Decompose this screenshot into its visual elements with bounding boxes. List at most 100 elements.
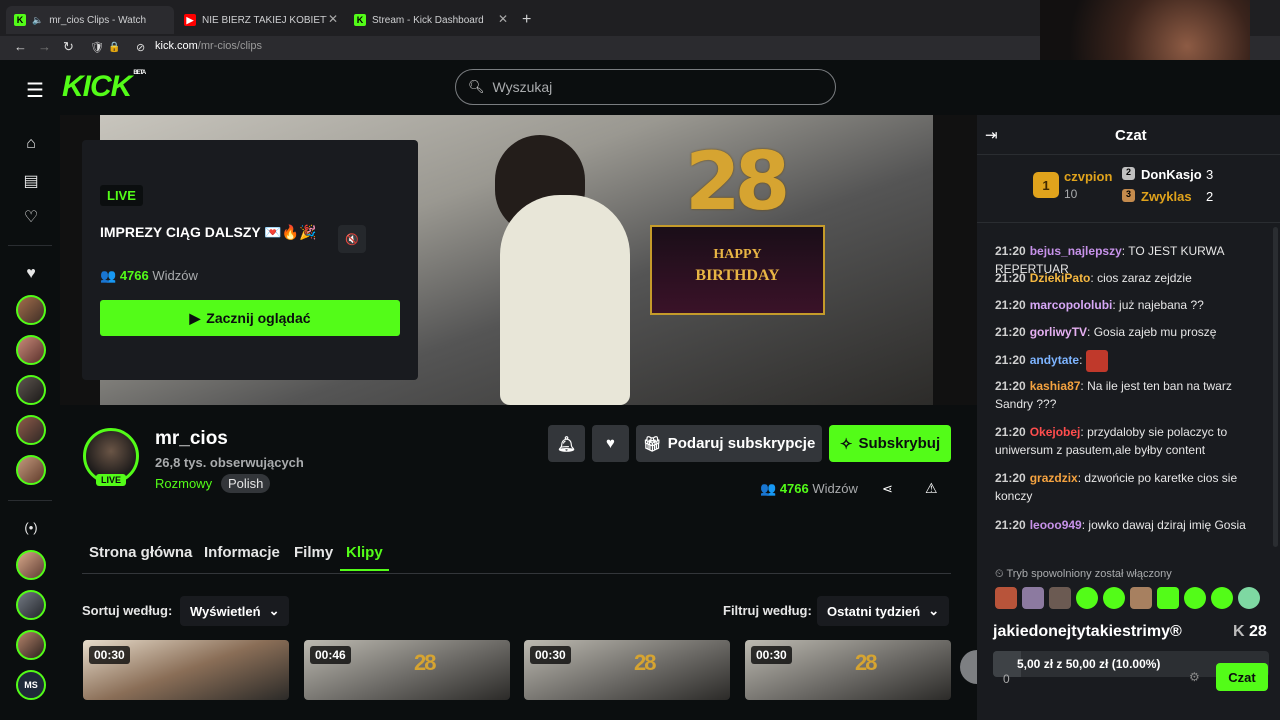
followed-channel-avatar[interactable] xyxy=(16,295,46,325)
filter-dropdown[interactable]: Ostatni tydzień ⌄ xyxy=(817,596,950,626)
divider xyxy=(8,245,52,246)
message-username[interactable]: grazdzix xyxy=(1030,471,1078,485)
message-username[interactable]: DziekiPato xyxy=(1030,271,1091,285)
shield-icon[interactable]: 🛡 xyxy=(90,41,104,54)
emote-icon[interactable] xyxy=(1238,587,1260,609)
play-icon: ▶ xyxy=(189,309,201,326)
message-username[interactable]: bejus_najlepszy xyxy=(1030,244,1122,258)
gift-leaderboard: 1 czvpion 10 2 DonKasjo 3 3 Zwyklas 2 xyxy=(977,155,1280,223)
chat-scrollbar[interactable] xyxy=(1273,227,1278,547)
leader-name[interactable]: DonKasjo xyxy=(1141,167,1202,182)
message-time: 21:20 xyxy=(995,244,1026,258)
close-tab-icon[interactable]: ✕ xyxy=(328,12,338,26)
emote-icon[interactable] xyxy=(1103,587,1125,609)
channel-tabs: Strona główna Informacje Filmy Klipy xyxy=(82,540,951,574)
clip-card[interactable]: 00:30 28 xyxy=(524,640,730,700)
slow-mode-notice: ⏲ Tryb spowolniony został włączony xyxy=(995,568,1172,581)
search-icon: 🔍︎ xyxy=(468,79,485,94)
message-username[interactable]: andytate xyxy=(1030,353,1079,367)
url-field[interactable]: kick.com/mr-cios/clips xyxy=(155,40,262,52)
browser-tab[interactable]: ▶ NIE BIERZ TAKIEJ KOBIETY - You ✕ xyxy=(176,6,344,34)
channel-live-badge: LIVE xyxy=(96,474,127,486)
message-username[interactable]: kashia87 xyxy=(1030,379,1081,393)
rank-3-badge: 3 xyxy=(1122,189,1135,202)
message-text: cios zaraz zejdzie xyxy=(1097,271,1192,285)
emote-icon[interactable] xyxy=(1157,587,1179,609)
menu-icon[interactable]: ☰ xyxy=(26,78,44,103)
leader-count: 2 xyxy=(1206,189,1214,204)
tab-home[interactable]: Strona główna xyxy=(89,544,192,569)
collapse-chat-icon[interactable]: ⇥ xyxy=(985,126,998,144)
followed-channel-avatar[interactable] xyxy=(16,455,46,485)
clip-card[interactable]: 00:46 28 xyxy=(304,640,510,700)
browser-tab[interactable]: K Stream - Kick Dashboard ✕ xyxy=(346,6,514,34)
search-input[interactable]: 🔍︎ Wyszukaj xyxy=(455,69,836,105)
clip-duration: 00:30 xyxy=(751,646,792,664)
emote-bar xyxy=(995,587,1260,609)
channel-name[interactable]: mr_cios xyxy=(155,428,228,450)
message-username[interactable]: marcopololubi xyxy=(1030,298,1113,312)
report-icon[interactable]: ⚠ xyxy=(925,480,938,497)
subscribe-button[interactable]: ✧ Subskrybuj xyxy=(829,425,951,462)
heart-icon[interactable]: ♥ xyxy=(20,265,42,283)
tab-videos[interactable]: Filmy xyxy=(294,544,333,569)
followed-channel-avatar[interactable] xyxy=(16,375,46,405)
leader-name[interactable]: Zwyklas xyxy=(1141,189,1192,204)
recommended-channel-avatar[interactable]: MS xyxy=(16,670,46,700)
message-username[interactable]: leooo949 xyxy=(1030,518,1082,532)
following-icon[interactable]: ♡ xyxy=(20,207,42,227)
follow-button[interactable]: ♥ xyxy=(592,425,629,462)
send-chat-button[interactable]: Czat xyxy=(1216,663,1268,691)
forward-icon[interactable]: → xyxy=(38,39,51,54)
url-path: /mr-cios/clips xyxy=(197,40,262,52)
tab-about[interactable]: Informacje xyxy=(204,544,280,569)
tab-clips[interactable]: Klipy xyxy=(340,544,389,571)
emote-icon[interactable] xyxy=(1211,587,1233,609)
notifications-button[interactable]: 🔔︎ xyxy=(548,425,585,462)
reload-icon[interactable]: ↻ xyxy=(63,39,74,55)
tab-title: Stream - Kick Dashboard xyxy=(372,14,484,26)
emote-icon[interactable] xyxy=(1076,587,1098,609)
leader-name[interactable]: czvpion xyxy=(1064,169,1112,184)
message-username[interactable]: Okejobej xyxy=(1030,425,1081,439)
emote-icon[interactable] xyxy=(1130,587,1152,609)
browse-icon[interactable]: ▤ xyxy=(20,171,42,191)
back-icon[interactable]: ← xyxy=(14,39,27,54)
recommended-channel-avatar[interactable] xyxy=(16,550,46,580)
home-icon[interactable]: ⌂ xyxy=(20,135,42,153)
new-tab-button[interactable]: + xyxy=(514,6,539,34)
live-broadcast-icon[interactable]: (•) xyxy=(20,520,42,535)
sidebar: ⌂ ▤ ♡ ♥ (•) MS xyxy=(0,115,60,720)
followed-channel-avatar[interactable] xyxy=(16,335,46,365)
share-icon[interactable]: ⋖ xyxy=(882,481,893,497)
kick-logo[interactable]: KICK BETA xyxy=(62,70,146,104)
language-tag[interactable]: Polish xyxy=(221,474,271,493)
clip-thumbnail-number: 28 xyxy=(855,650,878,675)
live-badge: LIVE xyxy=(100,185,143,206)
clip-card[interactable]: 00:30 xyxy=(83,640,289,700)
emote-icon[interactable] xyxy=(1184,587,1206,609)
subscribe-label: Subskrybuj xyxy=(858,435,941,452)
sparkle-icon: ✧ xyxy=(839,435,853,453)
gift-subscription-button[interactable]: 🎁︎ Podaruj subskrypcje xyxy=(636,425,822,462)
chat-input[interactable]: 0 xyxy=(995,666,1195,692)
permissions-icon[interactable]: ⊘ xyxy=(136,41,145,54)
lock-icon[interactable]: 🔒 xyxy=(108,42,120,53)
start-watching-button[interactable]: ▶ Zacznij oglądać xyxy=(100,300,400,336)
recommended-channel-avatar[interactable] xyxy=(16,590,46,620)
browser-tab[interactable]: K 🔈 mr_cios Clips - Watch Live o xyxy=(6,6,174,34)
emote-icon[interactable] xyxy=(995,587,1017,609)
mute-icon[interactable]: 🔈 xyxy=(32,15,43,26)
sort-dropdown[interactable]: Wyświetleń ⌄ xyxy=(180,596,290,626)
clip-card[interactable]: 00:30 28 xyxy=(745,640,951,700)
emote-icon[interactable] xyxy=(1022,587,1044,609)
category-link[interactable]: Rozmowy xyxy=(155,476,212,491)
settings-icon[interactable]: ⚙ xyxy=(1189,670,1200,684)
clip-duration: 00:30 xyxy=(89,646,130,664)
emote-icon[interactable] xyxy=(1049,587,1071,609)
recommended-channel-avatar[interactable] xyxy=(16,630,46,660)
mute-icon[interactable]: 🔇 xyxy=(338,225,366,253)
close-tab-icon[interactable]: ✕ xyxy=(498,12,508,26)
message-username[interactable]: gorliwyTV xyxy=(1030,325,1087,339)
followed-channel-avatar[interactable] xyxy=(16,415,46,445)
